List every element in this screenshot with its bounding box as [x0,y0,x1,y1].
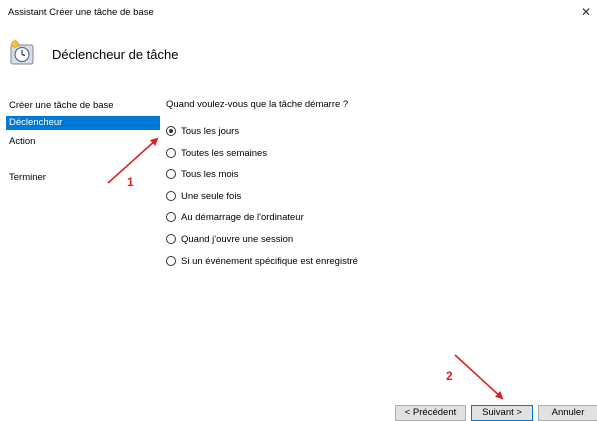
wizard-header: Déclencheur de tâche [0,28,597,78]
close-icon[interactable]: ✕ [579,5,593,19]
annotation-marker-2: 2 [446,369,453,383]
nav-item-action[interactable]: Action [8,135,35,149]
radio-button[interactable] [166,169,176,179]
radio-label: Toutes les semaines [181,147,268,159]
radio-label: Si un événement spécifique est enregistr… [181,255,358,267]
nav-item-finish[interactable]: Terminer [8,171,46,185]
radio-once[interactable]: Une seule fois [166,188,241,204]
radio-label: Tous les mois [181,168,239,180]
trigger-question: Quand voulez-vous que la tâche démarre ? [166,99,349,110]
window-title: Assistant Créer une tâche de base [8,7,154,18]
nav-item-trigger[interactable]: Déclencheur [6,116,160,130]
previous-button[interactable]: < Précédent [395,405,466,421]
radio-label: Une seule fois [181,190,242,202]
radio-weekly[interactable]: Toutes les semaines [166,145,267,161]
radio-button[interactable] [166,256,176,266]
radio-button[interactable] [166,212,176,222]
radio-monthly[interactable]: Tous les mois [166,166,239,182]
annotation-marker-1: 1 [127,175,134,189]
radio-at-logon[interactable]: Quand j'ouvre une session [166,231,293,247]
radio-daily[interactable]: Tous les jours [166,123,239,139]
title-bar: Assistant Créer une tâche de base ✕ [0,0,597,28]
nav-item-create-basic-task[interactable]: Créer une tâche de base [8,99,114,113]
radio-label: Tous les jours [181,125,240,137]
radio-button[interactable] [166,234,176,244]
radio-button-checked[interactable] [166,126,176,136]
cancel-button[interactable]: Annuler [538,405,597,421]
radio-label: Quand j'ouvre une session [181,233,294,245]
radio-button[interactable] [166,191,176,201]
annotation-arrow-2 [454,354,504,400]
radio-label: Au démarrage de l'ordinateur [181,211,304,223]
next-button[interactable]: Suivant > [471,405,533,421]
task-scheduler-clock-icon [10,39,34,65]
page-title: Déclencheur de tâche [52,47,179,62]
radio-button[interactable] [166,148,176,158]
radio-on-event[interactable]: Si un événement spécifique est enregistr… [166,253,358,269]
radio-at-startup[interactable]: Au démarrage de l'ordinateur [166,209,304,225]
